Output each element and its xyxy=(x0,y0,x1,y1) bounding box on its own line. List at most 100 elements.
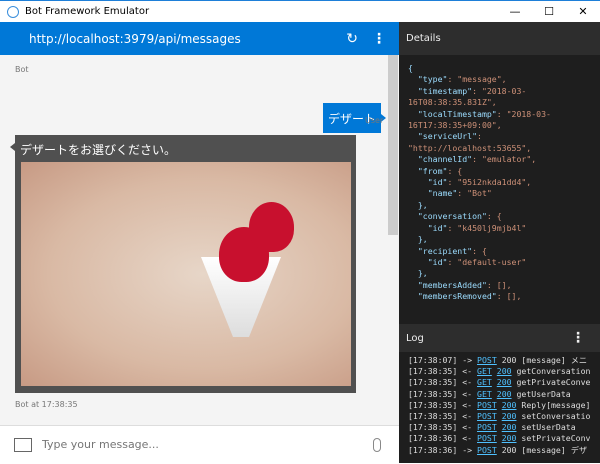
endpoint-url[interactable]: http://localhost:3979/api/messages xyxy=(29,32,241,46)
json-line: "name": "Bot" xyxy=(408,188,492,199)
log-entry: [17:38:35] <- POST 200 setConversatio xyxy=(408,411,600,422)
log-dir: <- xyxy=(462,388,473,399)
log-time: [17:38:35] xyxy=(408,366,458,377)
json-line: "id": "k450lj9mjb4l" xyxy=(408,222,527,233)
log-entry: [17:38:35] <- GET 200 getConversation xyxy=(408,366,600,377)
log-status: 200 xyxy=(501,444,517,455)
log-time: [17:38:07] xyxy=(408,355,458,365)
image-upload-icon[interactable] xyxy=(14,437,32,452)
log-method[interactable]: POST xyxy=(477,445,497,455)
log-text: getConversation xyxy=(516,366,591,377)
bot-label: Bot xyxy=(15,65,29,74)
log-method[interactable]: POST xyxy=(477,355,497,365)
log-status[interactable]: 200 xyxy=(497,366,512,376)
log-status[interactable]: 200 xyxy=(497,377,512,387)
log-dir: <- xyxy=(462,433,473,444)
log-time: [17:38:35] xyxy=(408,399,458,410)
json-line: "timestamp": "2018-03- xyxy=(408,85,527,96)
log-method[interactable]: GET xyxy=(477,377,492,387)
log-method[interactable]: GET xyxy=(477,389,492,399)
log-entry: [17:38:35] <- POST 200 Reply[message] xyxy=(408,400,600,411)
json-line: "membersAdded": [], xyxy=(408,279,512,290)
log-dir: <- xyxy=(462,411,473,422)
log-method[interactable]: POST xyxy=(477,411,497,421)
log-entry: [17:38:35] <- GET 200 getUserData xyxy=(408,389,600,400)
log-time: [17:38:35] xyxy=(408,411,458,422)
log-text: [message] メニ xyxy=(521,355,588,365)
json-line: "id": "default-user" xyxy=(408,256,527,267)
log-status: 200 xyxy=(501,355,517,365)
log-dir: <- xyxy=(462,399,473,410)
maximize-button[interactable]: ☐ xyxy=(532,1,566,22)
json-line: "id": "95i2nkda1dd4", xyxy=(408,177,532,188)
log-title: Log xyxy=(406,332,424,344)
json-line: "type": "message", xyxy=(408,74,507,85)
json-line: 16T17:38:35+09:00", xyxy=(408,120,502,131)
details-header: Details xyxy=(399,22,600,55)
user-label: User xyxy=(365,116,384,125)
log-header: Log ⋮ xyxy=(399,324,600,352)
json-line: }, xyxy=(408,234,428,245)
json-line: "membersRemoved": [], xyxy=(408,291,522,302)
bot-card[interactable]: デザートをお選びください。 xyxy=(10,135,356,393)
log-menu-icon[interactable]: ⋮ xyxy=(571,330,585,346)
log-status[interactable]: 200 xyxy=(502,411,517,421)
log-dir: <- xyxy=(462,377,473,388)
log-time: [17:38:35] xyxy=(408,377,458,388)
log-status[interactable]: 200 xyxy=(502,400,517,410)
log-dir: <- xyxy=(462,422,473,433)
log-method[interactable]: POST xyxy=(477,422,497,432)
log-status[interactable]: 200 xyxy=(502,422,517,432)
close-button[interactable]: ✕ xyxy=(566,1,600,22)
address-bar: http://localhost:3979/api/messages ↻ ⋮ xyxy=(0,22,399,55)
log-method[interactable]: POST xyxy=(477,433,497,443)
log-time: [17:38:36] xyxy=(408,433,458,444)
log-text: setUserData xyxy=(521,422,576,433)
log-entry: [17:38:07] -> POST 200 [message] メニ xyxy=(408,355,600,366)
log-status[interactable]: 200 xyxy=(497,389,512,399)
message-input-bar xyxy=(0,425,399,463)
details-json: { "type": "message", "timestamp": "2018-… xyxy=(399,55,600,310)
log-text: Reply[message] xyxy=(521,399,591,410)
log-status[interactable]: 200 xyxy=(502,433,517,443)
dessert-image[interactable] xyxy=(21,162,351,386)
chat-scrollbar[interactable] xyxy=(388,55,398,235)
log-list: [17:38:07] -> POST 200 [message] メニ [17:3… xyxy=(399,352,600,464)
json-line: { xyxy=(408,63,413,73)
log-dir: -> xyxy=(462,444,473,455)
json-line: }, xyxy=(408,199,428,210)
details-title: Details xyxy=(406,33,441,44)
json-line: "from": { xyxy=(408,165,463,176)
json-line: 16T08:38:35.831Z", xyxy=(408,97,497,108)
json-line: "channelId": "emulator", xyxy=(408,154,537,165)
log-method[interactable]: POST xyxy=(477,400,497,410)
minimize-button[interactable]: — xyxy=(498,1,532,22)
window-title: Bot Framework Emulator xyxy=(25,6,150,17)
card-title: デザートをお選びください。 xyxy=(20,143,177,157)
log-text: setPrivateConv xyxy=(521,433,591,444)
inspector-panel: Details { "type": "message", "timestamp"… xyxy=(399,22,600,463)
log-time: [17:38:36] xyxy=(408,444,458,455)
bot-timestamp: Bot at 17:38:35 xyxy=(15,400,78,409)
log-method[interactable]: GET xyxy=(477,366,492,376)
json-line: "recipient": { xyxy=(408,245,487,256)
json-line: "conversation": { xyxy=(408,211,502,222)
json-line: "localTimestamp": "2018-03- xyxy=(408,108,551,119)
title-bar: Bot Framework Emulator — ☐ ✕ xyxy=(0,0,600,22)
log-text: [message] デザ xyxy=(521,444,588,455)
log-dir: -> xyxy=(462,355,473,365)
refresh-icon[interactable]: ↻ xyxy=(346,31,358,47)
log-entry: [17:38:35] <- POST 200 setUserData xyxy=(408,422,600,433)
message-input[interactable] xyxy=(42,438,342,451)
more-menu-icon[interactable]: ⋮ xyxy=(372,31,386,47)
strawberry-shape xyxy=(249,202,294,252)
app-logo-icon xyxy=(7,5,19,18)
log-time: [17:38:35] xyxy=(408,388,458,399)
json-line: }, xyxy=(408,268,428,279)
log-entry: [17:38:35] <- GET 200 getPrivateConve xyxy=(408,377,600,388)
log-time: [17:38:35] xyxy=(408,422,458,433)
json-line: "serviceUrl": xyxy=(408,131,482,142)
microphone-icon[interactable] xyxy=(373,437,381,452)
chat-panel: http://localhost:3979/api/messages ↻ ⋮ B… xyxy=(0,22,399,463)
log-text: getUserData xyxy=(516,388,571,399)
